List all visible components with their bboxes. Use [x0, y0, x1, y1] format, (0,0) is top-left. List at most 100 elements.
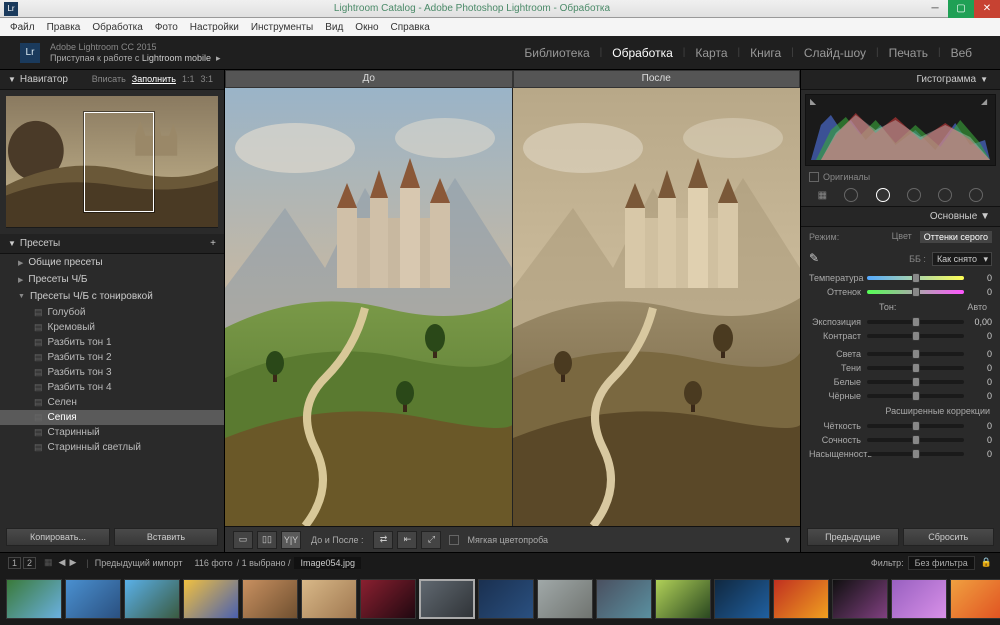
auto-tone-button[interactable]: Авто [964, 302, 990, 312]
navigator-header[interactable]: ▼ Навигатор ВписатьЗаполнить1:13:1 [0, 70, 224, 90]
histogram[interactable]: ◣ ◢ [805, 94, 996, 166]
slider-Насыщенность[interactable]: Насыщенность0 [801, 447, 1000, 461]
slider-Чёрные[interactable]: Чёрные0 [801, 389, 1000, 403]
previous-button[interactable]: Предыдущие [807, 528, 899, 546]
menu-Настройки[interactable]: Настройки [184, 22, 245, 33]
slider-Температура[interactable]: Температура0 [801, 271, 1000, 285]
basic-header[interactable]: Основные ▼ [801, 207, 1000, 227]
spot-tool[interactable] [844, 188, 858, 202]
filmstrip-thumb[interactable] [301, 579, 357, 619]
preset-group[interactable]: Пресеты Ч/Б с тонировкой [0, 288, 224, 305]
slider-Света[interactable]: Света0 [801, 347, 1000, 361]
filmstrip-thumb[interactable] [714, 579, 770, 619]
module-Веб[interactable]: Веб [943, 42, 980, 64]
menu-Файл[interactable]: Файл [4, 22, 41, 33]
reset-button[interactable]: Сбросить [903, 528, 995, 546]
preset-item[interactable]: Разбить тон 2 [0, 350, 224, 365]
compare-lr-button[interactable]: ▯▯ [257, 531, 277, 549]
nav-back-icon[interactable]: ◀ [59, 557, 66, 568]
shadow-clip-icon[interactable]: ◣ [810, 97, 820, 107]
filmstrip-thumb[interactable] [478, 579, 534, 619]
module-Слайд-шоу[interactable]: Слайд-шоу [796, 42, 874, 64]
source-label[interactable]: Предыдущий импорт [95, 558, 183, 568]
preset-item[interactable]: Кремовый [0, 320, 224, 335]
slider-Сочность[interactable]: Сочность0 [801, 433, 1000, 447]
chevron-down-icon[interactable]: ▼ [783, 535, 792, 545]
filter-lock-icon[interactable]: 🔒 [981, 557, 992, 568]
filmstrip-thumb[interactable] [655, 579, 711, 619]
filmstrip-thumb[interactable] [124, 579, 180, 619]
menu-Окно[interactable]: Окно [349, 22, 384, 33]
paste-button[interactable]: Вставить [114, 528, 218, 546]
filmstrip-thumb[interactable] [832, 579, 888, 619]
menu-Правка[interactable]: Правка [41, 22, 87, 33]
menu-Справка[interactable]: Справка [385, 22, 436, 33]
preset-item[interactable]: Старинный [0, 425, 224, 440]
zoom-Вписать[interactable]: Вписать [89, 74, 129, 84]
menu-Фото[interactable]: Фото [149, 22, 184, 33]
preset-item[interactable]: Разбить тон 1 [0, 335, 224, 350]
swap-button[interactable]: ⇄ [373, 531, 393, 549]
module-Карта[interactable]: Карта [687, 42, 735, 64]
zoom-3:1[interactable]: 3:1 [197, 74, 216, 84]
zoom-1:1[interactable]: 1:1 [179, 74, 198, 84]
highlight-clip-icon[interactable]: ◢ [981, 97, 991, 107]
originals-row[interactable]: Оригиналы [801, 170, 1000, 184]
filmstrip-thumb[interactable] [65, 579, 121, 619]
filmstrip-thumb[interactable] [891, 579, 947, 619]
slider-Контраст[interactable]: Контраст0 [801, 329, 1000, 343]
loupe-view-button[interactable]: ▭ [233, 531, 253, 549]
redeye-tool[interactable] [876, 188, 890, 202]
module-Библиотека[interactable]: Библиотека [516, 42, 597, 64]
eyedropper-icon[interactable]: ✎ [809, 251, 825, 267]
filmstrip-thumb[interactable] [360, 579, 416, 619]
module-Книга[interactable]: Книга [742, 42, 789, 64]
filmstrip-thumb[interactable] [773, 579, 829, 619]
slider-Белые[interactable]: Белые0 [801, 375, 1000, 389]
preset-item[interactable]: Селен [0, 395, 224, 410]
filmstrip-thumb[interactable] [537, 579, 593, 619]
treatment-Оттенки серого[interactable]: Оттенки серого [920, 231, 992, 243]
filmstrip-thumb[interactable] [183, 579, 239, 619]
filmstrip-thumb[interactable] [596, 579, 652, 619]
screen-1-button[interactable]: 1 [8, 557, 21, 569]
softproof-checkbox[interactable] [449, 535, 459, 545]
copy-button[interactable]: Копировать... [6, 528, 110, 546]
preset-group[interactable]: Пресеты Ч/Б [0, 271, 224, 288]
compare-view[interactable] [225, 88, 800, 526]
slider-Тени[interactable]: Тени0 [801, 361, 1000, 375]
filmstrip[interactable] [0, 572, 1000, 625]
add-preset-icon[interactable]: + [210, 238, 216, 249]
close-button[interactable]: ✕ [974, 0, 1000, 18]
screen-2-button[interactable]: 2 [23, 557, 36, 569]
slider-Чёткость[interactable]: Чёткость0 [801, 419, 1000, 433]
menu-Обработка[interactable]: Обработка [86, 22, 148, 33]
slider-Оттенок[interactable]: Оттенок0 [801, 285, 1000, 299]
radial-tool[interactable] [938, 188, 952, 202]
histogram-header[interactable]: Гистограмма ▼ [801, 70, 1000, 90]
module-Обработка[interactable]: Обработка [604, 42, 681, 64]
gradient-tool[interactable] [907, 188, 921, 202]
maximize-button[interactable]: ▢ [948, 0, 974, 18]
crop-tool-icon[interactable]: ▦ [818, 190, 827, 201]
copy-after-button[interactable]: ⤢ [421, 531, 441, 549]
module-Печать[interactable]: Печать [881, 42, 936, 64]
brush-tool[interactable] [969, 188, 983, 202]
filmstrip-thumb[interactable] [950, 579, 1000, 619]
minimize-button[interactable]: ─ [922, 0, 948, 18]
menu-Инструменты[interactable]: Инструменты [245, 22, 319, 33]
filmstrip-thumb[interactable] [419, 579, 475, 619]
copy-before-button[interactable]: ⇤ [397, 531, 417, 549]
navigator-preview[interactable] [6, 96, 218, 228]
preset-item[interactable]: Разбить тон 4 [0, 380, 224, 395]
filmstrip-thumb[interactable] [6, 579, 62, 619]
preset-item[interactable]: Старинный светлый [0, 440, 224, 455]
compare-yy-button[interactable]: Y|Y [281, 531, 301, 549]
treatment-Цвет[interactable]: Цвет [892, 231, 912, 243]
presets-header[interactable]: ▼ Пресеты + [0, 234, 224, 254]
filmstrip-thumb[interactable] [242, 579, 298, 619]
preset-item[interactable]: Сепия [0, 410, 224, 425]
menu-Вид[interactable]: Вид [319, 22, 349, 33]
preset-item[interactable]: Разбить тон 3 [0, 365, 224, 380]
wb-select[interactable]: Как снято [932, 252, 992, 266]
